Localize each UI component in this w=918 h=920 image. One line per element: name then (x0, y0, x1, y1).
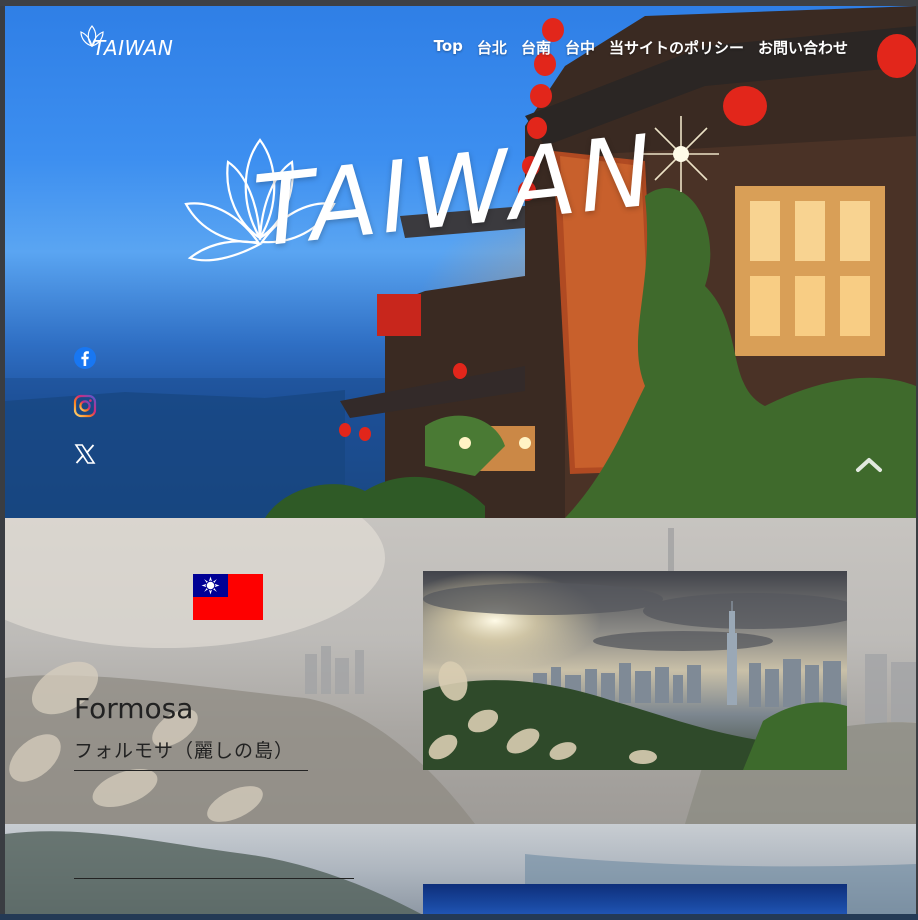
nav-item-policy[interactable]: 当サイトのポリシー (609, 37, 744, 58)
next-section (5, 824, 916, 916)
taiwan-flag-icon (193, 574, 263, 620)
x-icon[interactable] (73, 442, 97, 466)
page-frame: TAIWAN Top 台北 台南 台中 当サイトのポリシー お問い合わせ TAI… (5, 6, 916, 916)
scroll-to-top-button[interactable] (854, 452, 884, 476)
title-divider (74, 770, 308, 771)
section-divider (74, 878, 354, 879)
blue-landscape-photo (423, 884, 847, 916)
nav-item-taichung[interactable]: 台中 (565, 37, 595, 58)
formosa-subtitle: フォルモサ（麗しの島） (74, 740, 295, 762)
formosa-section: Formosa フォルモサ（麗しの島） (5, 518, 916, 824)
nav-item-tainan[interactable]: 台南 (521, 37, 551, 58)
facebook-icon[interactable] (73, 346, 97, 370)
browser-bottom-strip (0, 914, 918, 920)
taipei-skyline-photo (423, 571, 847, 770)
instagram-icon[interactable] (73, 394, 97, 418)
nav-item-contact[interactable]: お問い合わせ (758, 37, 848, 58)
site-logo-text: TAIWAN (93, 36, 174, 60)
nav-item-top[interactable]: Top (434, 37, 463, 58)
hero-taiwan-logo: TAIWAN (180, 114, 680, 334)
nav-item-taipei[interactable]: 台北 (477, 37, 507, 58)
formosa-title: Formosa (74, 692, 194, 725)
chevron-up-icon (856, 458, 882, 472)
main-navigation: Top 台北 台南 台中 当サイトのポリシー お問い合わせ (434, 37, 848, 58)
site-logo[interactable]: TAIWAN (77, 22, 173, 62)
hero-section: TAIWAN Top 台北 台南 台中 当サイトのポリシー お問い合わせ TAI… (5, 6, 916, 518)
